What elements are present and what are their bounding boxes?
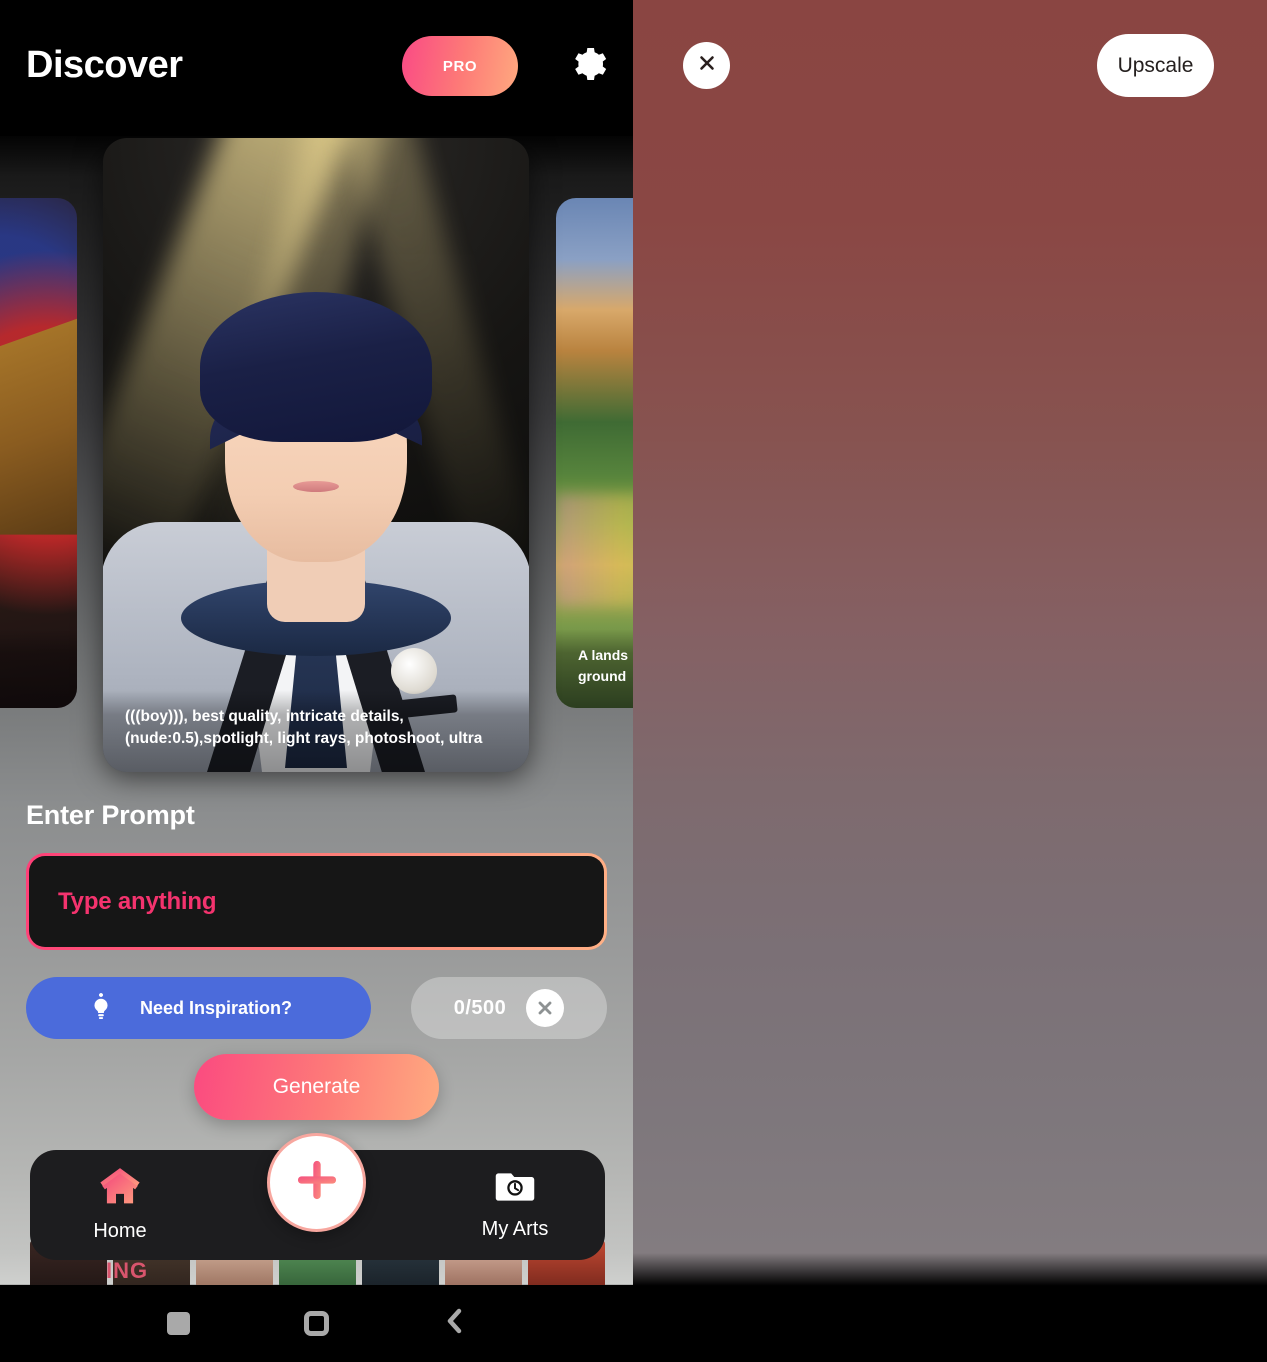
system-recents-button[interactable]: [110, 1312, 248, 1335]
boy-rose: [391, 648, 437, 694]
plus-icon: [291, 1154, 343, 1211]
close-result-button[interactable]: [683, 42, 730, 89]
page-title: Discover: [26, 44, 183, 86]
nav-item-my-arts[interactable]: My Arts: [425, 1169, 605, 1241]
char-counter-text: 0/500: [453, 996, 507, 1019]
char-counter-pill: 0/500: [411, 977, 607, 1039]
system-home-button[interactable]: [248, 1311, 386, 1336]
background-text: ING: [106, 1258, 149, 1283]
artwork-boy: [103, 138, 529, 772]
prompt-section-title: Enter Prompt: [26, 800, 195, 830]
carousel-card-left[interactable]: rt, stic,: [0, 198, 77, 708]
carousel-card-right-caption: A lands ground: [556, 629, 633, 708]
upscale-button[interactable]: Upscale: [1097, 34, 1214, 97]
nav-item-my-arts-label: My Arts: [481, 1218, 549, 1240]
prompt-input-placeholder: Type anything: [58, 887, 217, 915]
boy-hair: [200, 292, 432, 442]
upscale-button-label: Upscale: [1117, 53, 1194, 77]
boy-mouth: [293, 481, 339, 492]
create-button[interactable]: [267, 1133, 366, 1232]
folder-clock-icon: [494, 1169, 536, 1210]
result-panel: Upscale: [633, 0, 1267, 1362]
pro-button[interactable]: PRO: [402, 36, 518, 96]
lightbulb-icon: [84, 991, 118, 1025]
system-nav-bar-left: [0, 1285, 633, 1362]
carousel-card-main[interactable]: (((boy))), best quality, intricate detai…: [103, 138, 529, 772]
need-inspiration-button[interactable]: Need Inspiration?: [26, 977, 371, 1039]
discover-carousel[interactable]: rt, stic, A lands ground: [0, 136, 633, 776]
need-inspiration-label: Need Inspiration?: [140, 997, 293, 1018]
recents-square-icon: [167, 1312, 190, 1335]
generate-button[interactable]: Generate: [194, 1054, 439, 1120]
clear-prompt-button[interactable]: [526, 989, 565, 1027]
prompt-controls-row: Need Inspiration? 0/500: [26, 977, 607, 1039]
carousel-card-left-caption: rt, stic,: [0, 629, 77, 708]
nav-item-home[interactable]: Home: [30, 1167, 210, 1243]
nav-item-home-label: Home: [93, 1220, 147, 1242]
system-back-button[interactable]: [386, 1307, 524, 1340]
carousel-card-main-caption: (((boy))), best quality, intricate detai…: [103, 690, 529, 772]
generate-button-label: Generate: [272, 1075, 361, 1098]
home-icon: [97, 1167, 143, 1212]
settings-button[interactable]: [566, 44, 610, 88]
home-square-icon: [304, 1311, 329, 1336]
discover-header: Discover PRO: [0, 0, 633, 136]
caption-line-2: stic,: [0, 666, 59, 686]
caption-line-1: rt,: [0, 645, 59, 665]
pro-button-label: PRO: [442, 57, 478, 75]
close-icon: [695, 51, 719, 80]
discover-panel: rt, stic, A lands ground: [0, 0, 633, 1362]
carousel-card-right[interactable]: A lands ground: [556, 198, 633, 708]
prompt-input[interactable]: Type anything: [26, 853, 607, 950]
caption-line-1: A lands: [578, 647, 629, 664]
prompt-section: Enter Prompt Type anything Need Inspirat…: [0, 790, 633, 1039]
app-screen: rt, stic, A lands ground: [0, 0, 1267, 1362]
close-icon: [538, 1001, 552, 1015]
gear-icon: [568, 44, 608, 89]
back-chevron-icon: [443, 1307, 467, 1340]
caption-line-2: ground: [578, 667, 627, 684]
